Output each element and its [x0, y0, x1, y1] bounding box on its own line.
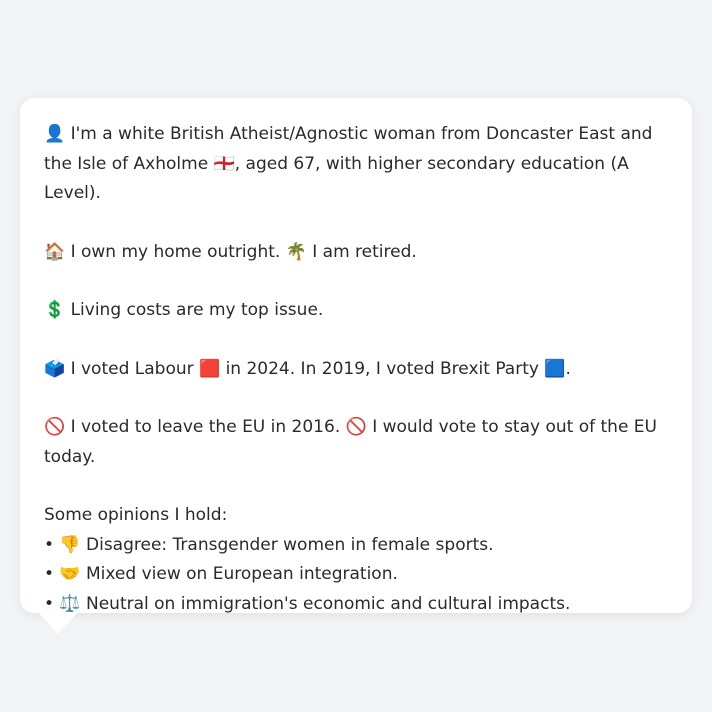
opinion-item: • ⚖️ Neutral on immigration's economic a… [44, 593, 571, 614]
opinion-item: • 🤝 Mixed view on European integration. [44, 564, 398, 584]
vote-text: 🗳️ I voted Labour 🟥 in 2024. In 2019, I … [44, 358, 571, 379]
issue-text: 💲 Living costs are my top issue. [44, 300, 324, 320]
chat-bubble: 👤 I'm a white British Atheist/Agnostic w… [20, 98, 692, 614]
opinions-title: Some opinions I hold: [44, 505, 228, 525]
bubble-tail [38, 612, 78, 634]
opinions-section: Some opinions I hold: • 👎 Disagree: Tran… [44, 501, 668, 619]
home-text: 🏠 I own my home outright. 🌴 I am retired… [44, 241, 417, 262]
opinion-item: • 👎 Disagree: Transgender women in femal… [44, 534, 494, 555]
eu-text: 🚫 I voted to leave the EU in 2016. 🚫 I w… [44, 417, 657, 467]
intro-text: 👤 I'm a white British Atheist/Agnostic w… [44, 124, 653, 203]
